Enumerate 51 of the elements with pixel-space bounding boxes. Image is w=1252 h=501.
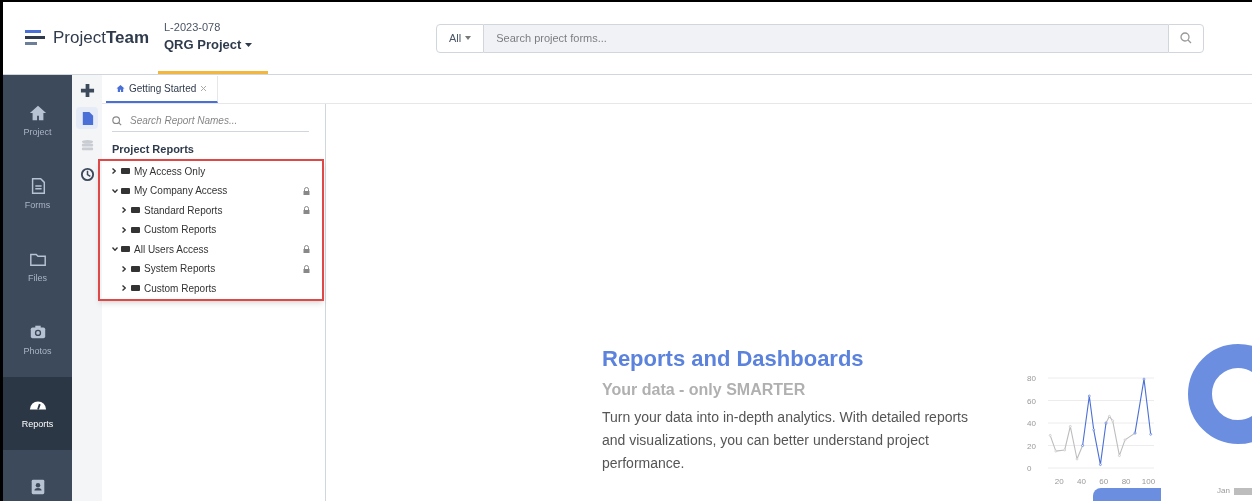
tree-item[interactable]: My Access Only — [134, 163, 310, 179]
folder-icon — [131, 226, 140, 233]
intro-text: Turn your data into in-depth analytics. With detailed reports and visualizations, you can better understand project performance. — [602, 408, 969, 473]
line-chart: 0 20 40 60 80 20 40 60 80 100 — [1026, 372, 1158, 488]
nav-item[interactable]: Forms — [3, 158, 72, 231]
folder-icon — [131, 285, 140, 292]
x-tick-label: 60 — [1099, 477, 1109, 486]
folder-icon — [121, 246, 130, 253]
chevron-down-icon[interactable] — [112, 188, 121, 193]
nav-item[interactable]: Files — [3, 231, 72, 304]
caret-icon — [465, 36, 472, 40]
tree-item[interactable]: Standard Reports — [144, 202, 303, 218]
intro-title: Reports and Dashboards — [602, 345, 865, 373]
folder-icon — [131, 265, 140, 272]
search-icon — [1180, 32, 1192, 44]
tree-item[interactable]: System Reports — [144, 261, 303, 277]
x-tick-label: 100 — [1141, 477, 1156, 486]
nav-item[interactable]: Photos — [3, 304, 72, 377]
section-heading: Project Reports — [112, 142, 195, 157]
chevron-down-icon[interactable] — [112, 247, 121, 252]
tree-item[interactable]: Custom Reports — [144, 222, 310, 238]
tree-item[interactable]: My Company Access — [134, 183, 303, 199]
folder-icon — [131, 207, 140, 214]
project-dropdown[interactable]: QRG Project — [164, 35, 262, 55]
nav-item[interactable]: Project — [3, 85, 72, 158]
y-tick-label: 20 — [1027, 441, 1037, 451]
y-tick-label: 0 — [1027, 464, 1032, 473]
tree-item[interactable]: Custom Reports — [144, 280, 310, 296]
logo-icon — [25, 30, 45, 46]
logo-text: ProjectTeam — [53, 27, 150, 50]
folder-icon — [121, 187, 130, 194]
intro-subtitle: Your data - only SMARTER — [602, 380, 807, 400]
house-icon — [116, 84, 125, 93]
caret-icon — [245, 42, 253, 47]
project-code: L-2023-078 — [164, 19, 222, 35]
house-icon — [28, 103, 47, 122]
folder-icon — [121, 168, 130, 175]
search-field[interactable]: Search project forms... — [484, 23, 1168, 53]
x-tick-label: 20 — [1054, 477, 1065, 486]
y-tick-label: 60 — [1027, 396, 1037, 406]
y-tick-label: 40 — [1027, 419, 1037, 428]
report-search-field[interactable]: Search Report Names... — [130, 113, 309, 128]
x-tick-label: 80 — [1121, 477, 1132, 486]
tab[interactable]: Getting Started — [106, 76, 219, 103]
search-icon — [112, 115, 122, 126]
axis-label: Jan — [1217, 485, 1230, 497]
nav-item[interactable]: Reports — [3, 377, 72, 450]
document-icon[interactable] — [76, 107, 98, 129]
x-tick-label: 40 — [1077, 477, 1087, 486]
y-tick-label: 80 — [1027, 374, 1037, 383]
tree-item[interactable]: All Users Access — [134, 241, 303, 257]
